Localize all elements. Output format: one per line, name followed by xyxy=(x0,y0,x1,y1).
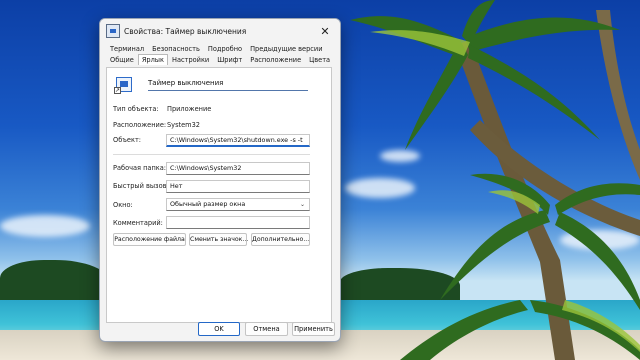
tab-terminal[interactable]: Терминал xyxy=(106,43,148,54)
run-label: Окно: xyxy=(113,201,133,209)
hotkey-label: Быстрый вызов: xyxy=(113,182,169,190)
properties-window: Свойства: Таймер выключения ✕ Терминал Б… xyxy=(99,18,341,342)
hotkey-field[interactable]: Нет xyxy=(166,180,310,193)
target-location-label: Расположение: xyxy=(113,121,167,129)
divider xyxy=(113,154,310,155)
target-field[interactable]: C:\Windows\System32\shutdown.exe -s -t xyxy=(166,134,310,147)
apply-button[interactable]: Применить xyxy=(292,322,335,336)
tab-security[interactable]: Безопасность xyxy=(148,43,204,54)
tab-shortcut[interactable]: Ярлык xyxy=(137,54,168,65)
tab-general[interactable]: Общие xyxy=(106,54,138,65)
tab-font[interactable]: Шрифт xyxy=(213,54,246,65)
target-label: Объект: xyxy=(113,136,142,144)
run-dropdown[interactable]: Обычный размер окна ⌄ xyxy=(166,198,310,211)
tab-row-front: Общие Ярлык Настройки Шрифт Расположение… xyxy=(100,54,340,65)
comment-field[interactable] xyxy=(166,216,310,229)
open-file-location-button[interactable]: Расположение файла xyxy=(113,233,186,246)
shortcut-app-icon: ↗ xyxy=(114,77,132,94)
start-in-field[interactable]: C:\Windows\System32 xyxy=(166,162,310,175)
window-title: Свойства: Таймер выключения xyxy=(124,26,247,36)
tab-details[interactable]: Подробно xyxy=(204,43,246,54)
shortcut-tab-panel: ↗ Таймер выключения Тип объекта: Приложе… xyxy=(106,67,332,323)
close-icon[interactable]: ✕ xyxy=(310,19,340,43)
start-in-label: Рабочая папка: xyxy=(113,164,167,172)
target-location-value: System32 xyxy=(167,121,200,129)
target-type-label: Тип объекта: xyxy=(113,105,159,113)
tab-options[interactable]: Настройки xyxy=(168,54,213,65)
change-icon-button[interactable]: Сменить значок... xyxy=(189,233,248,246)
advanced-button[interactable]: Дополнительно... xyxy=(251,233,310,246)
tab-row-back: Терминал Безопасность Подробно Предыдущи… xyxy=(100,43,340,54)
ok-button[interactable]: OK xyxy=(198,322,240,336)
window-app-icon xyxy=(106,24,120,38)
title-bar[interactable]: Свойства: Таймер выключения ✕ xyxy=(100,19,340,43)
tab-previous-versions[interactable]: Предыдущие версии xyxy=(246,43,326,54)
shortcut-name[interactable]: Таймер выключения xyxy=(148,78,308,91)
tab-layout[interactable]: Расположение xyxy=(246,54,305,65)
run-dropdown-value: Обычный размер окна xyxy=(170,200,246,208)
chevron-down-icon: ⌄ xyxy=(299,201,305,208)
target-type-value: Приложение xyxy=(167,105,212,113)
cancel-button[interactable]: Отмена xyxy=(245,322,288,336)
comment-label: Комментарий: xyxy=(113,219,163,227)
tab-colors[interactable]: Цвета xyxy=(305,54,334,65)
